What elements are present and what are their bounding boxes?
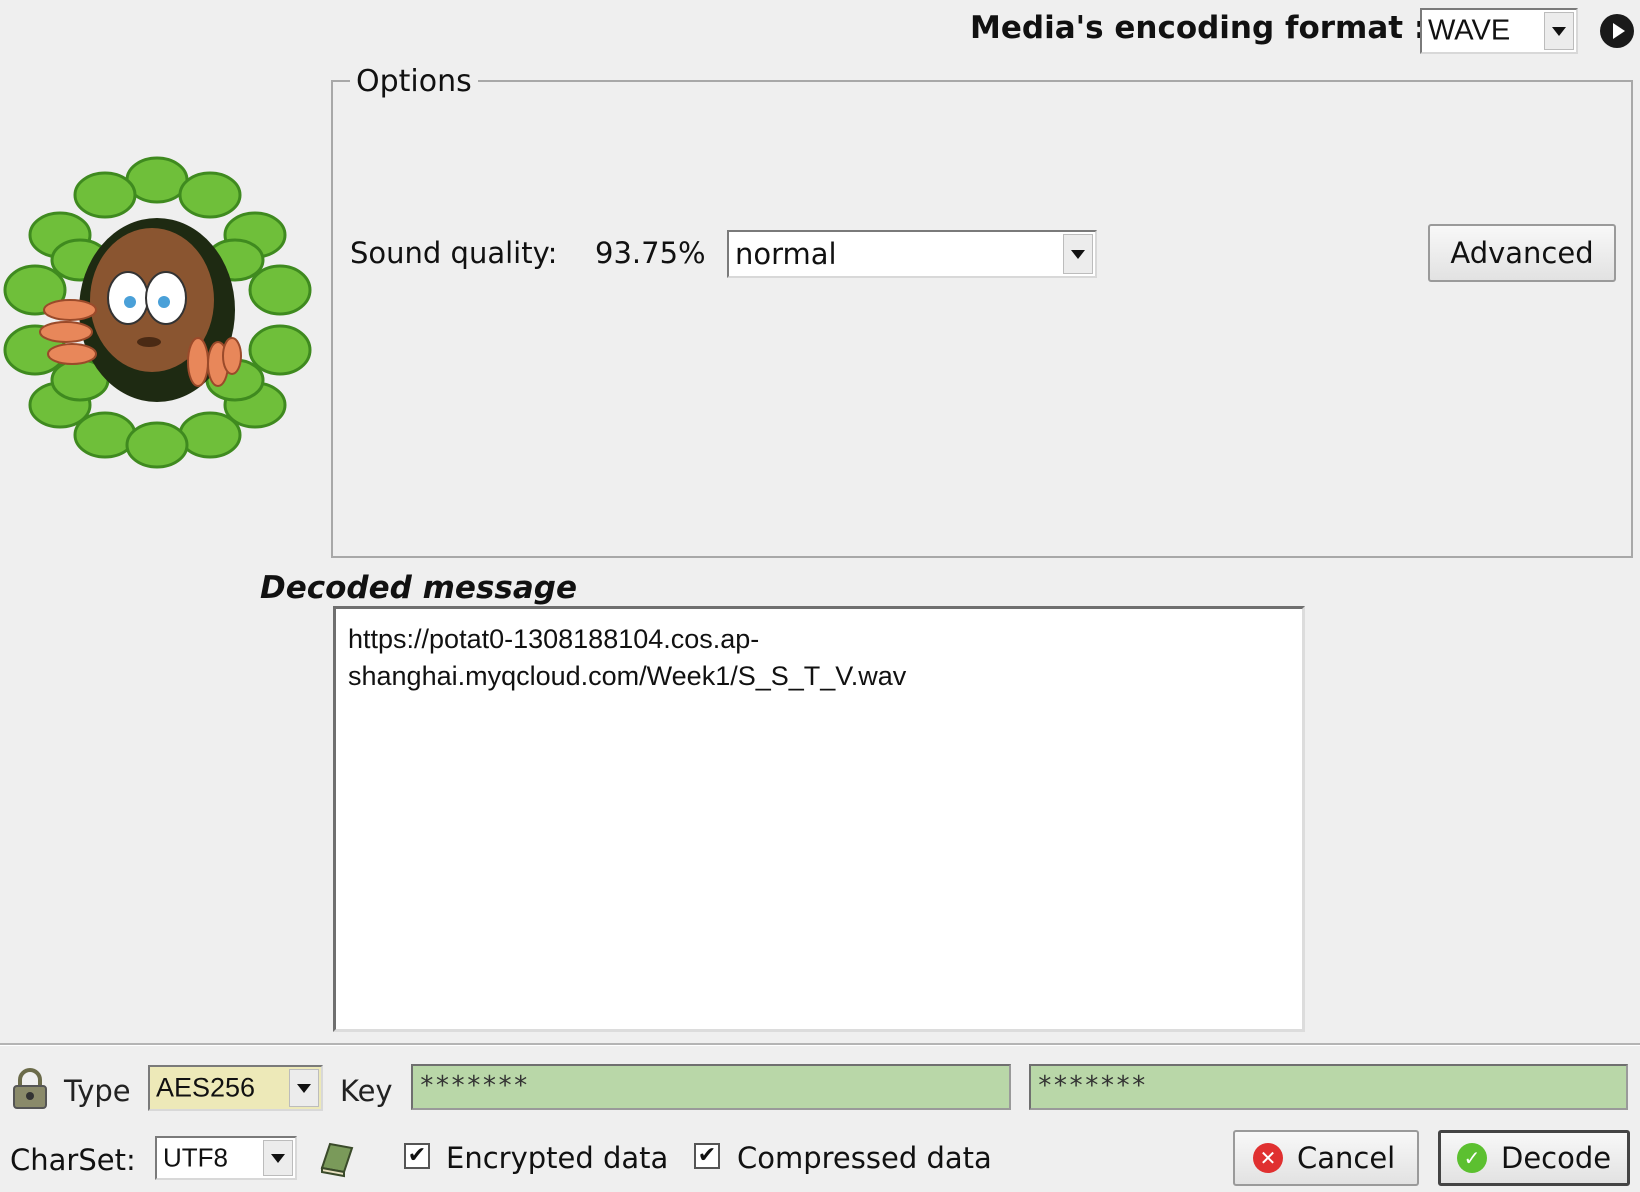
key-label: Key [340, 1074, 393, 1108]
decoded-message-textarea[interactable]: https://potat0-1308188104.cos.ap- shangh… [333, 606, 1305, 1032]
decoded-message-line: https://potat0-1308188104.cos.ap- [348, 624, 760, 654]
charset-label: CharSet: [10, 1143, 136, 1177]
sound-quality-value: 93.75% [595, 236, 706, 270]
cancel-button[interactable]: ✕ Cancel [1233, 1130, 1419, 1186]
quality-select[interactable]: normal [727, 230, 1097, 278]
encoding-format-label: Media's encoding format : [970, 10, 1427, 46]
charset-value: UTF8 [163, 1142, 228, 1173]
quality-select-value: normal [735, 237, 837, 271]
play-icon[interactable] [1600, 14, 1634, 48]
chevron-down-icon [289, 1069, 319, 1107]
chevron-down-icon [263, 1140, 293, 1176]
book-icon[interactable] [316, 1138, 356, 1178]
mascot-logo [0, 150, 315, 470]
advanced-button[interactable]: Advanced [1428, 224, 1616, 282]
check-icon: ✓ [1457, 1143, 1487, 1173]
chevron-down-icon [1544, 12, 1574, 50]
compressed-data-checkbox[interactable]: ✔ [694, 1143, 720, 1169]
encoding-format-select[interactable]: WAVE [1420, 8, 1578, 54]
options-groupbox [331, 80, 1633, 558]
divider [0, 1043, 1640, 1046]
encrypted-data-checkbox[interactable]: ✔ [404, 1143, 430, 1169]
cancel-button-label: Cancel [1297, 1141, 1396, 1175]
encoding-format-value: WAVE [1428, 14, 1511, 47]
charset-select[interactable]: UTF8 [155, 1136, 297, 1180]
decoded-message-title: Decoded message [260, 570, 577, 606]
key-confirm-field[interactable]: ******* [1029, 1064, 1628, 1110]
options-legend: Options [350, 64, 478, 99]
decode-button-label: Decode [1501, 1141, 1612, 1175]
cipher-type-value: AES256 [156, 1072, 256, 1103]
lock-icon [10, 1068, 50, 1112]
compressed-data-label: Compressed data [737, 1141, 992, 1175]
cipher-type-select[interactable]: AES256 [148, 1065, 323, 1111]
sound-quality-label: Sound quality: [350, 236, 558, 270]
type-label: Type [64, 1074, 131, 1108]
decode-button[interactable]: ✓ Decode [1438, 1130, 1630, 1186]
encrypted-data-label: Encrypted data [446, 1141, 669, 1175]
chevron-down-icon [1063, 234, 1093, 274]
decoded-message-line: shanghai.myqcloud.com/Week1/S_S_T_V.wav [348, 661, 907, 691]
cancel-icon: ✕ [1253, 1143, 1283, 1173]
key-field[interactable]: ******* [411, 1064, 1011, 1110]
